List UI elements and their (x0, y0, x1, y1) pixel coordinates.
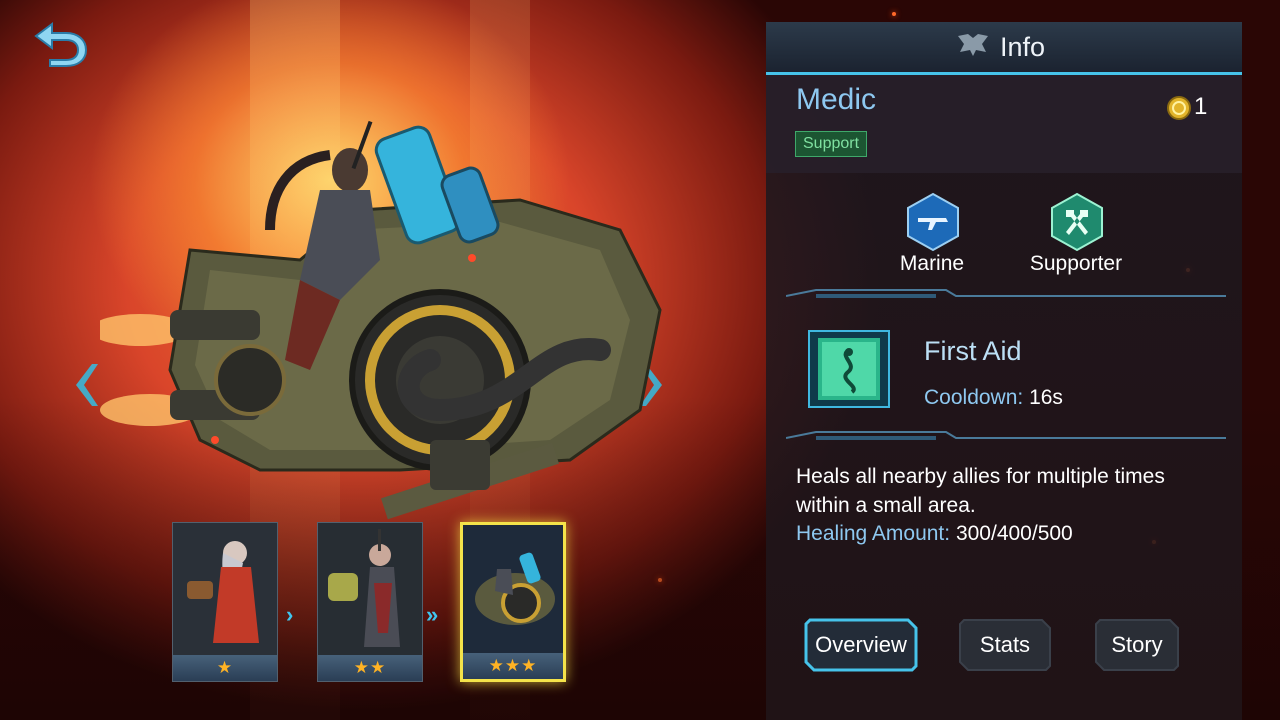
hero-portrait (173, 523, 277, 655)
ember-particle (892, 12, 896, 16)
role-badge: Support (795, 131, 868, 157)
healing-amount: Healing Amount: 300/400/500 (796, 522, 1073, 546)
healing-value: 300/400/500 (955, 522, 1073, 545)
crossed-hammers-icon (1051, 192, 1103, 252)
evolution-card-tier-2[interactable]: ★★ (317, 522, 423, 682)
skill-name: First Aid (924, 336, 1022, 366)
panel-title: Info (1000, 32, 1046, 62)
tab-story[interactable]: Story (1094, 618, 1180, 672)
previous-hero-button[interactable] (68, 360, 102, 410)
wings-emblem-icon (958, 34, 988, 56)
cooldown-label: Cooldown: (924, 386, 1024, 409)
class-label-marine: Marine (899, 252, 965, 275)
tab-overview[interactable]: Overview (804, 618, 918, 672)
hero-portrait (318, 523, 422, 655)
first-aid-skill-icon (808, 330, 890, 408)
class-label-supporter: Supporter (1029, 252, 1123, 275)
skill-cooldown: Cooldown: 16s (924, 386, 1063, 410)
tab-label: Story (1111, 632, 1163, 657)
back-button[interactable] (30, 16, 92, 68)
section-divider (786, 289, 1226, 298)
section-divider (786, 431, 1226, 440)
star-rating: ★ (173, 655, 277, 681)
double-chevron-right-icon: » (426, 602, 439, 627)
chevron-right-icon: › (286, 602, 294, 627)
coin-count: 1 (1194, 93, 1208, 120)
tab-stats[interactable]: Stats (958, 618, 1052, 672)
skill-description: Heals all nearby allies for multiple tim… (796, 465, 1165, 517)
panel-header: Info (766, 22, 1242, 75)
star-rating: ★★ (318, 655, 422, 681)
chevron-left-icon (76, 364, 98, 406)
back-arrow-icon (34, 22, 88, 67)
evolution-card-tier-1[interactable]: ★ (172, 522, 278, 682)
tab-label: Stats (979, 632, 1031, 657)
hero-portrait (463, 525, 563, 657)
star-rating: ★★★ (463, 653, 563, 679)
tab-label: Overview (815, 632, 907, 657)
hero-summary: Medic Support 1 (766, 75, 1242, 173)
cooldown-value: 16s (1029, 386, 1063, 409)
rifle-icon (907, 192, 959, 252)
coin-icon (1167, 96, 1191, 120)
healing-label: Healing Amount: (796, 522, 951, 545)
info-panel: Info Medic Support 1 Marine Supporter Fi… (766, 22, 1242, 720)
hero-name: Medic (796, 83, 877, 116)
evolution-card-tier-3-selected[interactable]: ★★★ (460, 522, 566, 682)
